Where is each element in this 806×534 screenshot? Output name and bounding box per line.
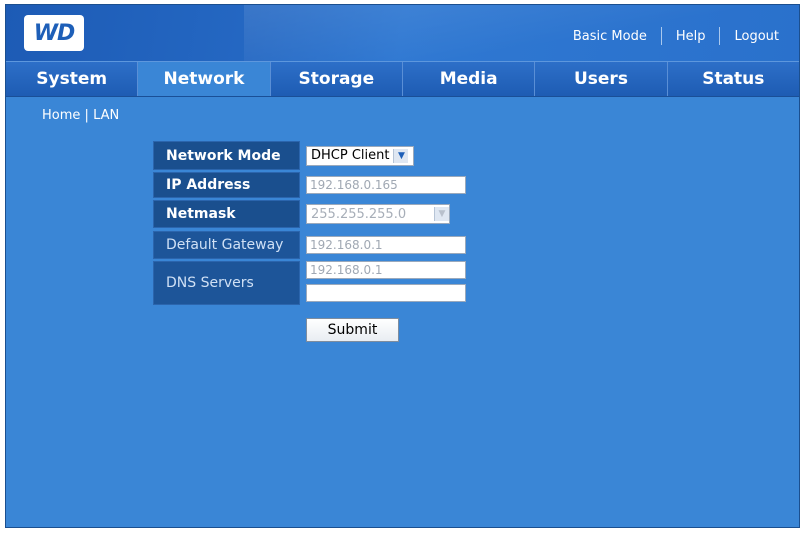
ip-address-field[interactable]: 192.168.0.165	[306, 176, 466, 194]
main-tabs: System Network Storage Media Users Statu…	[6, 61, 799, 97]
basic-mode-link[interactable]: Basic Mode	[573, 29, 647, 44]
submit-button[interactable]: Submit	[306, 318, 399, 342]
chevron-down-icon: ▼	[434, 207, 449, 221]
tab-users[interactable]: Users	[535, 62, 668, 96]
network-mode-value: DHCP Client	[311, 148, 390, 163]
breadcrumb: Home | LAN	[42, 108, 119, 123]
top-links: Basic Mode Help Logout	[573, 27, 779, 45]
app-window: WD Basic Mode Help Logout System Network…	[5, 4, 800, 528]
tab-media[interactable]: Media	[403, 62, 536, 96]
network-mode-row: Network Mode DHCP Client ▼	[153, 141, 414, 170]
network-mode-label: Network Mode	[153, 141, 300, 170]
header-bar: WD Basic Mode Help Logout	[6, 5, 799, 61]
divider	[660, 27, 662, 45]
dns-servers-label: DNS Servers	[153, 261, 300, 305]
netmask-value: 255.255.255.0	[311, 206, 407, 222]
network-mode-select[interactable]: DHCP Client ▼	[306, 145, 414, 166]
tab-status[interactable]: Status	[668, 62, 799, 96]
default-gateway-field[interactable]: 192.168.0.1	[306, 236, 466, 254]
breadcrumb-separator: |	[84, 108, 89, 123]
netmask-label: Netmask	[153, 200, 300, 228]
ip-address-row: IP Address 192.168.0.165	[153, 172, 466, 198]
default-gateway-row: Default Gateway 192.168.0.1	[153, 231, 466, 259]
netmask-select[interactable]: 255.255.255.0 ▼	[306, 204, 450, 224]
divider	[719, 27, 721, 45]
logout-link[interactable]: Logout	[734, 29, 779, 44]
breadcrumb-home-link[interactable]: Home	[42, 108, 80, 123]
chevron-down-icon: ▼	[393, 148, 409, 163]
netmask-row: Netmask 255.255.255.0 ▼	[153, 200, 450, 228]
dns-servers-row: DNS Servers 192.168.0.1	[153, 261, 466, 305]
dns-secondary-field[interactable]	[306, 284, 466, 302]
tab-network[interactable]: Network	[138, 62, 271, 96]
wd-logo: WD	[24, 15, 84, 51]
default-gateway-label: Default Gateway	[153, 231, 300, 259]
dns-primary-field[interactable]: 192.168.0.1	[306, 261, 466, 279]
breadcrumb-current: LAN	[93, 108, 120, 123]
ip-address-label: IP Address	[153, 172, 300, 198]
tab-storage[interactable]: Storage	[271, 62, 403, 96]
tab-system[interactable]: System	[6, 62, 139, 96]
help-link[interactable]: Help	[676, 29, 706, 44]
